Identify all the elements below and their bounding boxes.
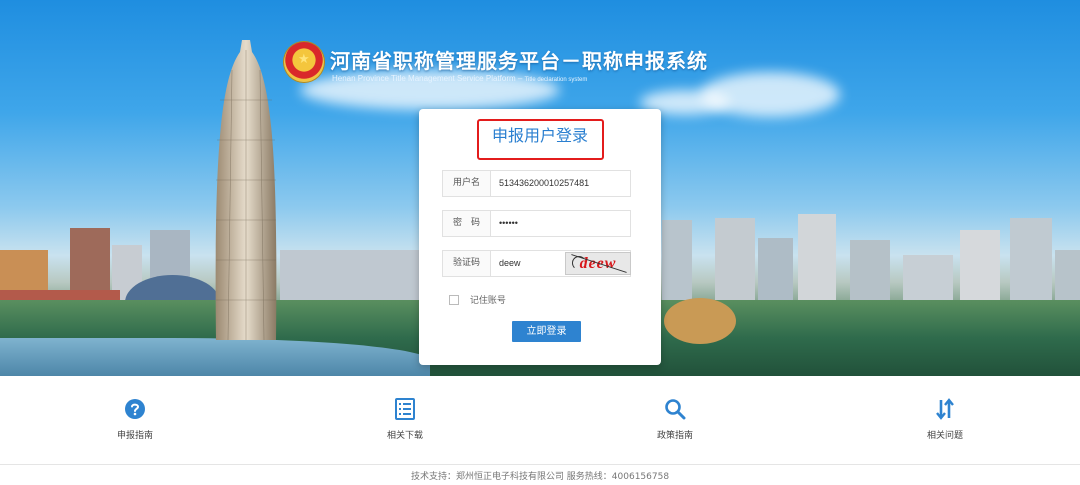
building <box>662 220 692 300</box>
nav-item-policy[interactable]: 政策指南 <box>615 398 735 441</box>
nav-item-downloads[interactable]: 相关下载 <box>345 398 465 441</box>
building <box>280 250 420 300</box>
login-button[interactable]: 立即登录 <box>512 321 581 342</box>
site-subtitle-small: Title declaration system <box>524 77 588 83</box>
nav-item-faq[interactable]: 相关问题 <box>885 398 1005 441</box>
remember-label: 记住账号 <box>469 296 506 306</box>
tower-building <box>215 40 277 340</box>
nav-item-guide[interactable]: 申报指南 <box>75 398 195 441</box>
national-emblem-logo: ★ <box>284 42 324 82</box>
site-subtitle-main: Henan Province Title Management Service … <box>332 74 516 83</box>
search-icon <box>665 399 686 420</box>
password-label: 密 码 <box>443 211 491 236</box>
remember-checkbox[interactable] <box>449 294 459 305</box>
username-input[interactable]: 513436200010257481 <box>499 171 589 196</box>
password-input[interactable]: •••••• <box>499 211 518 236</box>
document-list-icon <box>395 398 415 420</box>
login-card: 申报用户登录 用户名 513436200010257481 密 码 ••••••… <box>419 109 661 365</box>
nav-label: 相关下载 <box>386 431 423 441</box>
nav-label: 政策指南 <box>656 431 693 441</box>
nav-label: 申报指南 <box>116 431 153 441</box>
captcha-input[interactable]: deew <box>499 251 521 276</box>
captcha-label: 验证码 <box>443 251 491 276</box>
building <box>798 214 836 314</box>
password-field[interactable]: 密 码 •••••• <box>442 210 631 237</box>
site-title: 河南省职称管理服务平台－职称申报系统 <box>330 49 708 73</box>
site-subtitle: Henan Province Title Management Service … <box>332 74 588 83</box>
username-field[interactable]: 用户名 513436200010257481 <box>442 170 631 197</box>
question-circle-icon <box>125 399 145 419</box>
footer-text: 技术支持：郑州恒正电子科技有限公司 服务热线：4006156758 <box>410 472 670 482</box>
remember-account[interactable]: 记住账号 <box>449 293 506 306</box>
username-label: 用户名 <box>443 171 491 196</box>
footer-divider <box>0 464 1080 465</box>
captcha-image[interactable]: deew <box>565 252 631 275</box>
nav-label: 相关问题 <box>926 431 963 441</box>
oval-building <box>664 298 736 344</box>
building <box>715 218 755 313</box>
captcha-field[interactable]: 验证码 deew deew <box>442 250 631 277</box>
login-heading: 申报用户登录 <box>491 126 588 145</box>
sort-arrows-icon <box>936 398 954 420</box>
